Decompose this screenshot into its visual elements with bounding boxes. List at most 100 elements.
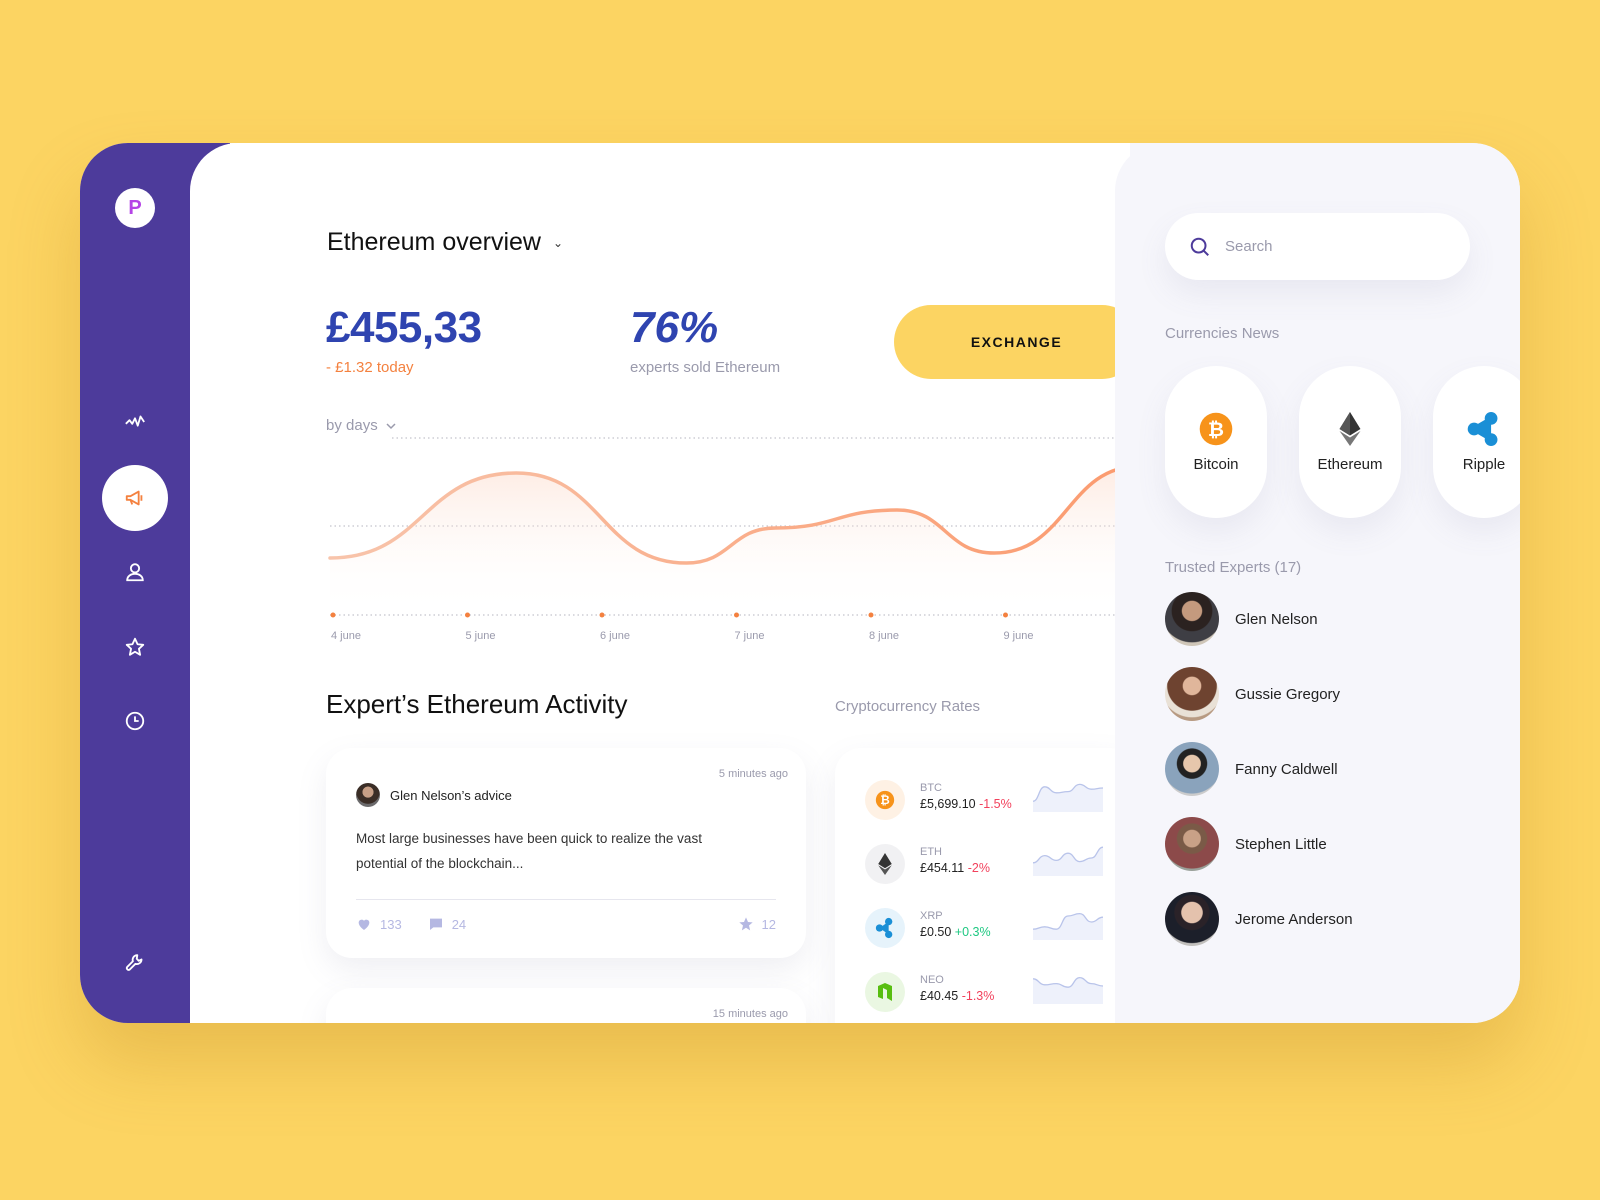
- advice-card[interactable]: 5 minutes ago Glen Nelson’s advice Most …: [326, 748, 806, 958]
- advice-card[interactable]: 15 minutes ago: [326, 988, 806, 1023]
- sparkline: [1033, 783, 1103, 812]
- news-ripple[interactable]: Ripple: [1433, 366, 1520, 518]
- activity-title: Expert’s Ethereum Activity: [326, 689, 628, 719]
- post-body: Most large businesses have been quick to…: [356, 831, 702, 871]
- x-tick-label: 6 june: [600, 630, 630, 642]
- rate-symbol: ETH: [920, 846, 942, 858]
- comment-count: 24: [451, 916, 467, 932]
- expert-item[interactable]: Glen Nelson: [1165, 592, 1318, 646]
- star-button[interactable]: 12: [738, 916, 776, 932]
- rate-row-neo[interactable]: NEO £40.45 -1.3%: [865, 970, 1115, 1014]
- ripple-icon: [1467, 411, 1498, 446]
- rates-card: ₿ BTC £5,699.10 -1.5% ETH £454.11 -2% XR…: [835, 748, 1135, 1023]
- post-stats: 133 24 12: [356, 916, 776, 932]
- avatar: [356, 783, 380, 807]
- expert-name: Fanny Caldwell: [1235, 760, 1338, 778]
- star-icon: [738, 917, 753, 931]
- news-ethereum[interactable]: Ethereum: [1299, 366, 1401, 518]
- rate-row-eth[interactable]: ETH £454.11 -2%: [865, 842, 1115, 886]
- nav-favorites[interactable]: [102, 614, 168, 680]
- expert-item[interactable]: Gussie Gregory: [1165, 667, 1340, 721]
- expert-name: Glen Nelson: [1235, 610, 1318, 628]
- current-price: £455,33: [326, 303, 482, 352]
- expert-item[interactable]: Jerome Anderson: [1165, 892, 1353, 946]
- currencies-news-title: Currencies News: [1165, 325, 1280, 342]
- right-panel: Currencies News ₿ Bitcoin Ethereum Rippl…: [1115, 143, 1520, 1023]
- price-chart: [328, 437, 1143, 618]
- like-button[interactable]: 133: [356, 916, 402, 932]
- like-count: 133: [380, 916, 402, 932]
- svg-text:₿: ₿: [880, 794, 890, 807]
- avatar: [1165, 892, 1219, 946]
- comment-button[interactable]: 24: [428, 916, 466, 932]
- avatar: [1165, 817, 1219, 871]
- nav-activity[interactable]: [102, 389, 168, 455]
- avatar: [1165, 592, 1219, 646]
- x-tick-dot: [599, 612, 605, 618]
- rate-price: £454.11: [920, 861, 965, 875]
- rate-price: £0.50: [920, 925, 952, 939]
- ethereum-icon: [1339, 411, 1361, 446]
- expert-item[interactable]: Fanny Caldwell: [1165, 742, 1338, 796]
- svg-text:₿: ₿: [1208, 419, 1224, 441]
- experts-sold-label: experts sold Ethereum: [630, 359, 781, 376]
- trusted-experts-title: Trusted Experts (17): [1165, 559, 1302, 576]
- rate-price: £40.45: [920, 989, 959, 1003]
- coin-name: Bitcoin: [1193, 455, 1239, 473]
- sparkline: [1033, 976, 1103, 1004]
- rate-row-xrp[interactable]: XRP £0.50 +0.3%: [865, 906, 1115, 950]
- nav-settings[interactable]: [102, 930, 168, 996]
- nav-news[interactable]: [102, 465, 168, 531]
- news-bitcoin[interactable]: ₿ Bitcoin: [1165, 366, 1267, 518]
- bitcoin-icon: ₿: [1199, 412, 1233, 445]
- expert-name: Stephen Little: [1235, 835, 1327, 853]
- rate-change: -1.5%: [979, 797, 1012, 811]
- page-title: Ethereum overview: [327, 228, 541, 256]
- divider: [356, 899, 776, 900]
- dashboard-window: P Ethereum overview ⌄ £455,33 - £1.32 to…: [80, 143, 1520, 1023]
- sparkline: [1033, 846, 1103, 876]
- x-tick-label: 4 june: [331, 630, 361, 642]
- app-logo[interactable]: P: [115, 188, 155, 228]
- x-tick-label: 8 june: [869, 630, 899, 642]
- chevron-down-icon: ⌄: [552, 235, 564, 250]
- activity-icon: [125, 415, 145, 427]
- search-icon: [1190, 237, 1209, 256]
- author-name: Glen Nelson’s advice: [390, 787, 512, 803]
- megaphone-icon: [125, 490, 143, 506]
- search-input[interactable]: [1225, 238, 1425, 255]
- rate-symbol: XRP: [920, 910, 943, 922]
- sparkline: [1033, 912, 1103, 940]
- neo-icon: [865, 972, 905, 1012]
- exchange-button[interactable]: EXCHANGE: [894, 305, 1139, 379]
- overview-dropdown[interactable]: Ethereum overview ⌄: [327, 228, 563, 257]
- x-tick-dot: [734, 612, 739, 618]
- comment-icon: [429, 918, 442, 930]
- rate-price: £5,699.10: [920, 797, 976, 811]
- price-change: - £1.32 today: [326, 359, 414, 376]
- x-tick-dot: [330, 612, 336, 618]
- rate-row-btc[interactable]: ₿ BTC £5,699.10 -1.5%: [865, 778, 1115, 822]
- expert-item[interactable]: Stephen Little: [1165, 817, 1327, 871]
- rate-change: -1.3%: [961, 989, 995, 1003]
- post-author[interactable]: Glen Nelson’s advice: [356, 783, 512, 807]
- x-tick-dot: [868, 612, 874, 618]
- heart-icon: [358, 919, 370, 930]
- user-icon: [126, 563, 144, 582]
- sparkline-area: [1033, 977, 1103, 1004]
- x-tick-label: 9 june: [1003, 630, 1034, 642]
- coin-name: Ethereum: [1317, 455, 1383, 473]
- wrench-icon: [125, 954, 143, 971]
- nav-profile[interactable]: [102, 539, 168, 605]
- nav-history[interactable]: [102, 688, 168, 754]
- rate-change: -2%: [967, 861, 990, 875]
- expert-name: Jerome Anderson: [1235, 910, 1353, 928]
- x-tick-label: 5 june: [465, 630, 496, 642]
- rate-symbol: BTC: [920, 782, 942, 794]
- experts-sold-percent: 76%: [630, 303, 719, 352]
- ethereum-icon: [865, 844, 905, 884]
- x-axis-labels: 4 june5 june6 june7 june8 june9 june10 j…: [326, 630, 1174, 650]
- rates-title: Cryptocurrency Rates: [835, 698, 981, 715]
- search-box[interactable]: [1165, 213, 1470, 280]
- rate-value: £40.45 -1.3%: [920, 989, 994, 1003]
